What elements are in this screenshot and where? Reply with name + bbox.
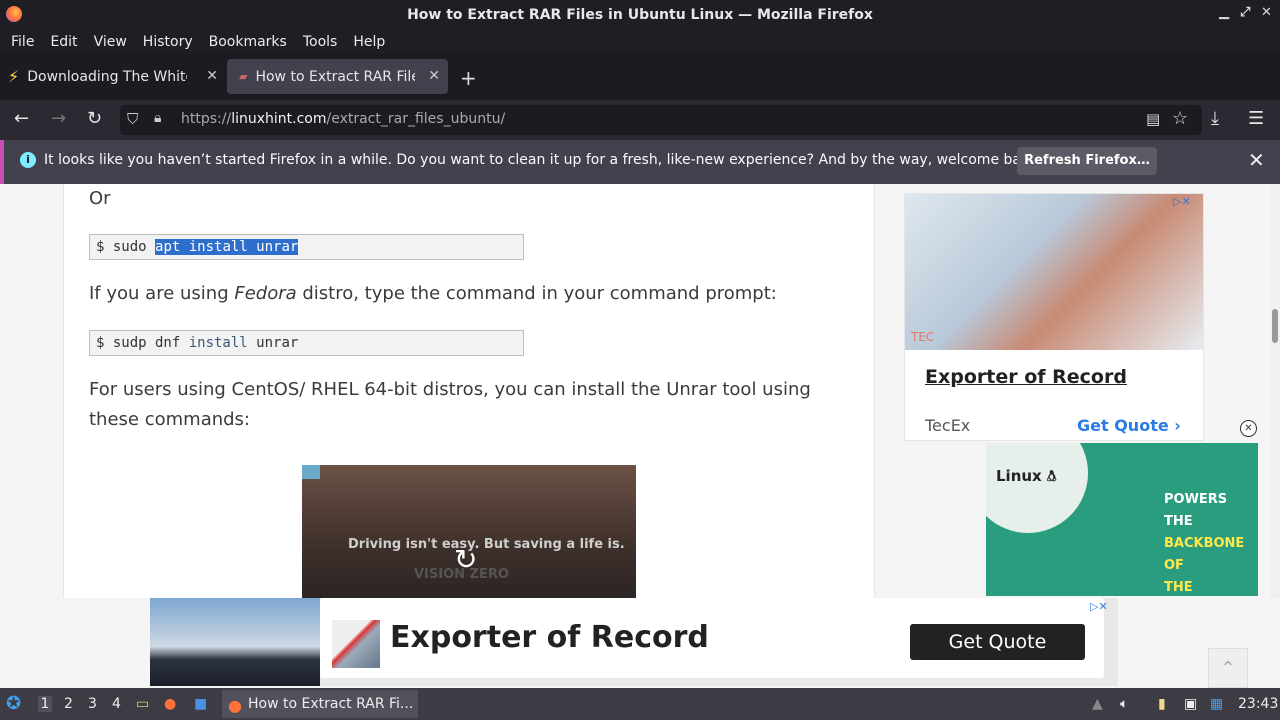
bottom-ad-title[interactable]: Exporter of Record [390,620,709,655]
bottom-ad-box: Exporter of Record Get Quote ▷✕ [150,598,1118,686]
url-bar[interactable]: ⛉ 🔒︎ https://linuxhint.com/extract_rar_f… [120,105,1202,135]
firefox-launcher-icon[interactable]: ● [164,696,176,712]
reload-icon[interactable]: ↻ [87,108,102,129]
scroll-to-top-button[interactable]: ⌃ [1208,648,1248,688]
clock: 23:43 [1238,696,1279,712]
linux-ad[interactable]: Linux 🐧︎ POWERS THE BACKBONE OF THE INTE… [986,443,1258,596]
lock-icon[interactable]: 🔒︎ [154,110,161,126]
workspace-3[interactable]: 3 [88,696,97,712]
menu-file[interactable]: File [3,34,42,50]
site-favicon-icon: ▰ [239,70,248,83]
video-brand: VISION ZERO [414,567,509,582]
notification-message: It looks like you haven’t started Firefo… [44,152,1043,168]
menu-bar: File Edit View History Bookmarks Tools H… [0,29,1280,54]
menu-tools[interactable]: Tools [295,34,346,50]
firefox-logo-icon [6,6,22,22]
tab-bar: ⚡ Downloading The White H ✕ ▰ How to Ext… [0,54,1280,100]
window-titlebar: How to Extract RAR Files in Ubuntu Linux… [0,0,1280,29]
ad-plane-image [150,598,320,686]
video-ad[interactable]: Driving isn't easy. But saving a life is… [302,465,636,605]
close-tab-icon[interactable]: ✕ [206,68,218,84]
volume-icon[interactable]: 🔈︎ [1120,696,1128,712]
tab-extract-rar[interactable]: ▰ How to Extract RAR Files in Ubuntu Lin… [227,59,448,94]
ad-tag: TEC [911,330,935,344]
code-block-apt: $ sudo apt install unrar [89,234,524,260]
shield-icon[interactable]: ⛉ [127,110,138,128]
menu-bookmarks[interactable]: Bookmarks [201,34,295,50]
menu-view[interactable]: View [86,34,135,50]
menu-history[interactable]: History [135,34,201,50]
new-tab-icon[interactable]: + [460,66,477,90]
tab-downloading[interactable]: ⚡ Downloading The White H ✕ [0,59,226,94]
taskbar-firefox-task[interactable]: ● How to Extract RAR Fi... [222,690,418,718]
hamburger-menu-icon[interactable]: ☰ [1248,108,1264,129]
scroll-thumb[interactable] [1272,309,1278,343]
url-text[interactable]: https://linuxhint.com/extract_rar_files_… [181,111,505,127]
ad-thumb-image [332,620,380,668]
penguin-icon: 🐧︎ [1046,467,1057,485]
close-window-icon[interactable]: ✕ [1261,5,1272,20]
firefox-task-icon: ● [228,696,242,715]
start-menu-icon[interactable]: ✪ [6,693,21,714]
ad-slogan: POWERS THE BACKBONE OF THE INTERNET [1164,492,1245,595]
video-text: Driving isn't easy. But saving a life is… [348,537,625,552]
ad-badge-icon [302,465,320,479]
file-manager-icon[interactable]: ▭ [136,696,149,712]
window-title: How to Extract RAR Files in Ubuntu Linux… [407,6,873,23]
get-quote-link[interactable]: Get Quote › [1077,416,1181,435]
back-icon[interactable]: ← [14,108,29,129]
refresh-firefox-button[interactable]: Refresh Firefox… [1017,147,1157,175]
adchoices-icon[interactable]: ▷✕ [1090,600,1108,613]
maximize-icon[interactable]: ⤢ [1240,5,1250,20]
forward-icon[interactable]: → [51,108,66,129]
lightning-icon: ⚡ [8,67,20,86]
ad-close-icon[interactable]: ✕ [1240,420,1257,437]
code-block-dnf: $ sudp dnf install unrar [89,330,524,356]
tab-label: Downloading The White H [27,68,187,85]
side-ad[interactable]: ▷✕ TEC Exporter of Record TecEx Get Quot… [904,193,1204,441]
nav-bar: ← → ↻ ⛉ 🔒︎ https://linuxhint.com/extract… [0,100,1280,140]
downloads-icon[interactable]: ⤓ [1211,108,1219,129]
minimize-icon[interactable]: ▁ [1219,5,1229,20]
menu-help[interactable]: Help [345,34,393,50]
taskbar: ✪ 1 2 3 4 ▭ ● ■ ● How to Extract RAR Fi.… [0,688,1280,720]
info-icon: i [20,152,36,168]
workspace-2[interactable]: 2 [64,696,73,712]
code-prompt: $ sudo [96,239,156,255]
code-selected: apt install unrar [155,239,299,255]
bookmark-star-icon[interactable]: ☆ [1172,108,1188,129]
tab-label: How to Extract RAR Files in Ubuntu Linux [255,68,415,85]
tray-arrow-icon[interactable]: ▲ [1092,696,1103,712]
bottom-ad[interactable]: Exporter of Record Get Quote ▷✕ [0,598,1280,688]
clipboard-icon[interactable]: ▮ [1158,696,1166,712]
bottom-get-quote-button[interactable]: Get Quote [910,624,1085,660]
bottom-ad-inner: Exporter of Record Get Quote [320,598,1104,678]
linux-logo: Linux 🐧︎ [996,467,1057,485]
display-icon[interactable]: ▣ [1184,696,1197,712]
close-notification-icon[interactable]: ✕ [1248,148,1265,172]
ad-circle [986,443,1088,533]
centos-paragraph: For users using CentOS/ RHEL 64-bit dist… [89,379,811,430]
terminal-icon[interactable]: ■ [194,696,207,712]
refresh-notification: i It looks like you haven’t started Fire… [0,140,1280,184]
workspace-1[interactable]: 1 [38,696,52,712]
menu-edit[interactable]: Edit [42,34,85,50]
network-icon[interactable]: ▦ [1210,696,1223,712]
ad-image [905,194,1203,350]
workspace-4[interactable]: 4 [112,696,121,712]
close-tab-icon[interactable]: ✕ [428,68,440,84]
ad-title[interactable]: Exporter of Record [925,366,1127,388]
task-label: How to Extract RAR Fi... [248,696,414,712]
adchoices-icon[interactable]: ▷✕ [1173,195,1191,208]
or-text: Or [89,188,111,209]
reader-view-icon[interactable]: ▤ [1146,110,1160,128]
fedora-paragraph: If you are using Fedora distro, type the… [89,283,777,304]
ad-brand: TecEx [925,416,971,435]
